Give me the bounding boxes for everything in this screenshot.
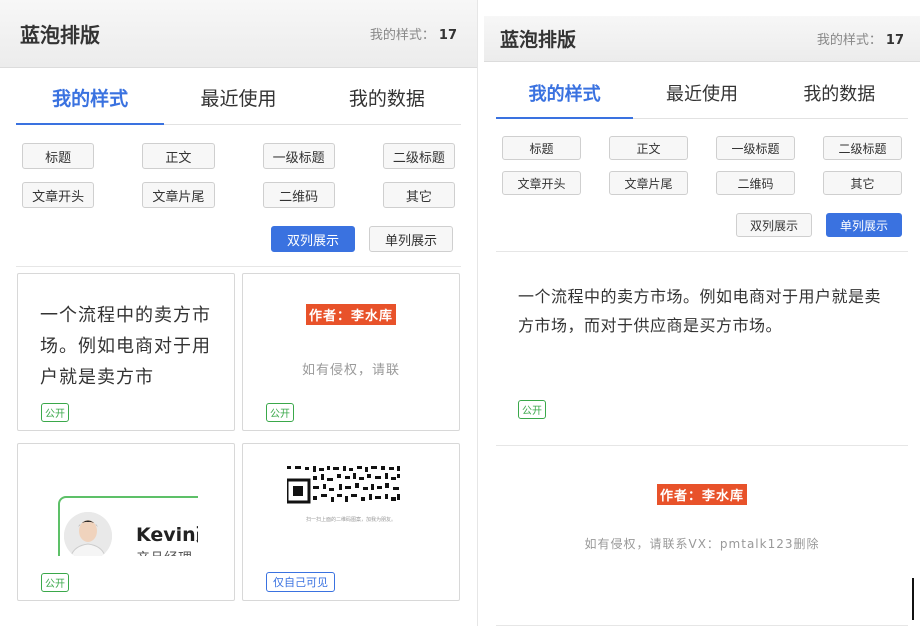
chip-qrcode[interactable]: 二维码 [716,171,795,195]
app-header: 蓝泡排版 我的样式： 17 [0,0,477,68]
card-paragraph: 一个流程中的卖方市场。例如电商对于用户就是卖方市场，而对于供应商是买方市场。 [518,287,882,335]
qrcode-caption: 扫一扫上面的二维码图案，加我为朋友。 [305,517,396,523]
left-panel: 蓝泡排版 我的样式： 17 我的样式 最近使用 我的数据 标题 正文 一级标题 二… [0,0,478,626]
profile-role: 产品经理 [136,548,192,556]
tab-my-styles[interactable]: 我的样式 [16,68,165,125]
app-header-right: 蓝泡排版 我的样式： 17 [484,16,920,62]
public-badge: 公开 [266,403,294,422]
copyright-notice: 如有侵权，请联系VX：pmtalk123删除 [584,537,820,551]
right-panel: 蓝泡排版 我的样式： 17 我的样式 最近使用 我的数据 标题 正文 一级标题 二… [484,16,920,626]
tab-my-data[interactable]: 我的数据 [771,62,908,118]
style-count-label: 我的样式： [816,33,882,48]
style-card-text[interactable]: 一个流程中的卖方市场。例如电商对于用户就是卖方市场，而对于供应商是买方市场。 公… [496,252,908,446]
person-icon [64,512,112,556]
tab-bar: 我的样式 最近使用 我的数据 [496,62,908,119]
card-text-snippet: 一个流程中的卖方市场。例如电商对于用户就是卖方市 [40,305,211,388]
style-card-qrcode[interactable]: 扫一扫上面的二维码图案，加我为朋友。 仅自己可见 [242,443,460,601]
copyright-notice: 如有侵权，请联 [301,363,400,378]
chip-other[interactable]: 其它 [382,182,455,208]
chip-qrcode[interactable]: 二维码 [262,182,335,208]
profile-box: Kevin改 产品经理 [58,496,198,556]
chip-heading-2[interactable]: 二级标题 [823,136,902,160]
tab-bar: 我的样式 最近使用 我的数据 [16,68,461,125]
style-count-label: 我的样式： [369,28,435,43]
style-card-author[interactable]: 作者：李水库 如有侵权，请联 公开 [242,273,460,431]
chip-article-start[interactable]: 文章开头 [502,171,581,195]
private-badge: 仅自己可见 [266,572,335,592]
tab-my-styles[interactable]: 我的样式 [496,62,634,119]
app-title: 蓝泡排版 [20,23,100,47]
chip-body[interactable]: 正文 [142,143,215,169]
category-chips: 标题 正文 一级标题 二级标题 文章开头 文章片尾 二维码 其它 [484,119,920,195]
qrcode-icon [287,466,400,504]
chip-title[interactable]: 标题 [502,136,581,160]
text-cursor [912,578,914,620]
chip-title[interactable]: 标题 [22,143,95,169]
style-count-value: 17 [885,33,904,48]
tab-recent[interactable]: 最近使用 [633,62,770,118]
chip-article-end[interactable]: 文章片尾 [609,171,688,195]
chip-other[interactable]: 其它 [823,171,902,195]
chip-body[interactable]: 正文 [609,136,688,160]
view-toggle: 双列展示 单列展示 [484,195,920,251]
view-toggle: 双列展示 单列展示 [0,208,477,266]
app-title: 蓝泡排版 [500,29,577,51]
chip-article-end[interactable]: 文章片尾 [142,182,215,208]
tab-recent[interactable]: 最近使用 [164,68,312,124]
single-column-button[interactable]: 单列展示 [369,226,453,252]
chip-heading-2[interactable]: 二级标题 [382,143,455,169]
author-label: 作者：李水库 [305,304,396,325]
public-badge: 公开 [518,400,546,419]
tab-my-data[interactable]: 我的数据 [313,68,461,124]
chip-heading-1[interactable]: 一级标题 [262,143,335,169]
profile-name: Kevin改 [136,524,198,546]
author-label: 作者：李水库 [656,484,747,505]
style-card-author[interactable]: 作者：李水库 如有侵权，请联系VX：pmtalk123删除 [496,446,908,626]
chip-heading-1[interactable]: 一级标题 [716,136,795,160]
style-list: 一个流程中的卖方市场。例如电商对于用户就是卖方市场，而对于供应商是买方市场。 公… [484,252,920,626]
style-card-profile[interactable]: Kevin改 产品经理 公开 [17,443,235,601]
style-count: 我的样式： 17 [370,24,457,43]
double-column-button[interactable]: 双列展示 [736,213,812,237]
style-card-text[interactable]: 一个流程中的卖方市场。例如电商对于用户就是卖方市 公开 [17,273,235,431]
style-count: 我的样式： 17 [817,29,904,48]
double-column-button[interactable]: 双列展示 [271,226,355,252]
style-grid: 一个流程中的卖方市场。例如电商对于用户就是卖方市 公开 作者：李水库 如有侵权，… [0,267,477,601]
style-count-value: 17 [438,28,457,43]
category-chips: 标题 正文 一级标题 二级标题 文章开头 文章片尾 二维码 其它 [0,125,477,208]
public-badge: 公开 [41,573,69,592]
single-column-button[interactable]: 单列展示 [826,213,902,237]
chip-article-start[interactable]: 文章开头 [22,182,95,208]
public-badge: 公开 [41,403,69,422]
profile-clip: Kevin改 产品经理 [18,444,198,556]
avatar [64,512,112,556]
